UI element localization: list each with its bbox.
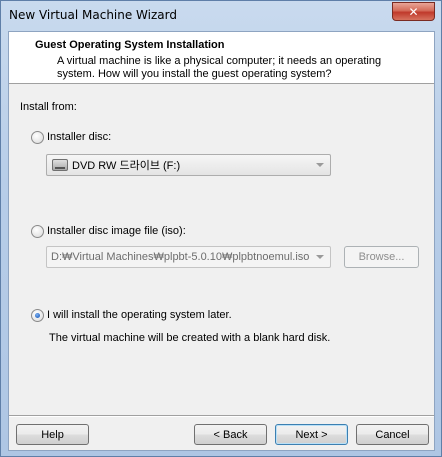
help-button-label: Help <box>41 428 64 441</box>
browse-button[interactable]: Browse... <box>344 246 419 268</box>
chevron-down-icon <box>316 255 324 259</box>
wizard-client-area: Guest Operating System Installation A vi… <box>8 31 435 451</box>
page-description: A virtual machine is like a physical com… <box>57 55 417 81</box>
install-later-note: The virtual machine will be created with… <box>49 332 331 344</box>
browse-button-label: Browse... <box>358 251 405 263</box>
close-button[interactable]: ✕ <box>392 2 435 21</box>
drive-select[interactable]: DVD RW 드라이브 (F:) <box>46 154 331 176</box>
close-icon: ✕ <box>408 4 419 19</box>
cancel-button[interactable]: Cancel <box>356 424 429 445</box>
iso-radio[interactable] <box>31 225 44 238</box>
help-button[interactable]: Help <box>16 424 89 445</box>
wizard-header: Guest Operating System Installation A vi… <box>9 32 434 84</box>
iso-path-select[interactable]: D:₩Virtual Machines₩plpbt-5.0.10₩plpbtno… <box>46 246 331 268</box>
chevron-down-icon <box>316 163 324 167</box>
footer-divider <box>9 415 434 417</box>
next-button[interactable]: Next > <box>275 424 348 445</box>
install-later-label[interactable]: I will install the operating system late… <box>47 309 232 321</box>
page-title: Guest Operating System Installation <box>35 39 225 51</box>
wizard-body: Install from: Installer disc: DVD RW 드라이… <box>9 85 434 415</box>
install-later-radio[interactable] <box>31 309 44 322</box>
cancel-button-label: Cancel <box>375 428 410 441</box>
installer-disc-radio[interactable] <box>31 131 44 144</box>
wizard-window: New Virtual Machine Wizard ✕ Guest Opera… <box>0 0 442 457</box>
next-button-label: Next > <box>295 428 328 441</box>
back-button-label: < Back <box>213 428 248 441</box>
back-button[interactable]: < Back <box>194 424 267 445</box>
drive-select-value: DVD RW 드라이브 (F:) <box>72 160 181 172</box>
title-bar: New Virtual Machine Wizard ✕ <box>1 1 441 31</box>
window-title: New Virtual Machine Wizard <box>9 8 177 22</box>
page-description-line-1: A virtual machine is like a physical com… <box>57 55 382 67</box>
install-from-label: Install from: <box>20 101 77 113</box>
iso-label[interactable]: Installer disc image file (iso): <box>47 225 186 237</box>
dvd-drive-icon <box>52 159 68 171</box>
radio-selected-dot <box>35 313 40 318</box>
page-description-line-2: system. How will you install the guest o… <box>57 68 332 80</box>
iso-path-value: D:₩Virtual Machines₩plpbt-5.0.10₩plpbtno… <box>51 251 310 263</box>
installer-disc-label[interactable]: Installer disc: <box>47 131 111 143</box>
